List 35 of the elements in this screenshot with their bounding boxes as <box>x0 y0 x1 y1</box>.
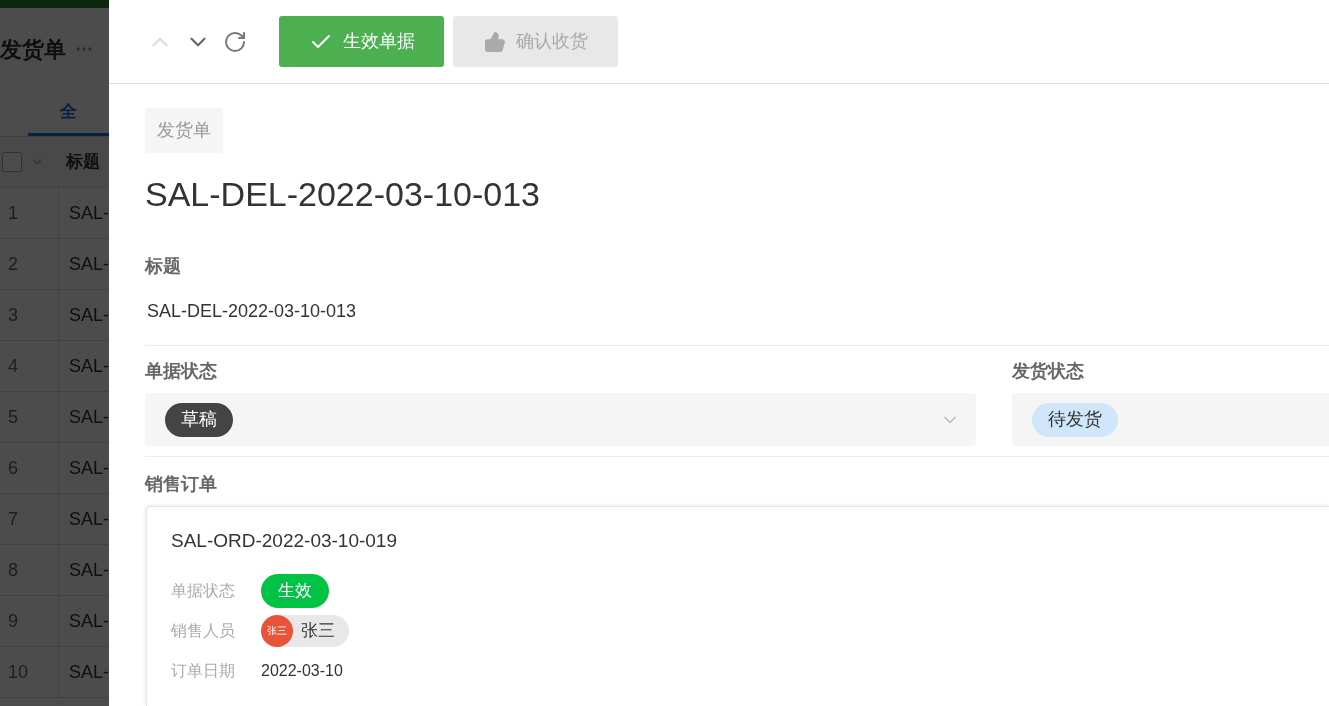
select-field[interactable]: 草稿 <box>145 393 976 446</box>
refresh-icon[interactable] <box>223 29 247 54</box>
field-label: 发货状态 <box>1012 360 1085 383</box>
table-cell-text: SAL- <box>67 354 109 378</box>
thumbs-up-icon <box>483 30 506 53</box>
status-tag: 生效 <box>261 573 329 608</box>
select-field[interactable]: 待发货 <box>1012 393 1329 446</box>
status-tag: 草稿 <box>165 402 233 437</box>
table-cell-text: SAL- <box>67 405 109 429</box>
order-field-value: 2022-03-10 <box>261 660 343 681</box>
order-field-label: 单据状态 <box>171 580 236 601</box>
order-field-label: 订单日期 <box>171 660 236 681</box>
field-value: SAL-DEL-2022-03-10-013 <box>146 300 358 323</box>
page-title: 发货单 <box>0 35 66 64</box>
status-tag: 待发货 <box>1032 402 1118 437</box>
person-name: 张三 <box>301 619 335 642</box>
person-chip[interactable]: 张三 张三 <box>261 614 349 647</box>
table-cell-text: SAL- <box>67 558 109 582</box>
document-title: SAL-DEL-2022-03-10-013 <box>145 174 542 215</box>
table-cell-text: SAL- <box>67 201 109 225</box>
order-number: SAL-ORD-2022-03-10-019 <box>171 529 398 553</box>
field-label: 标题 <box>145 255 182 278</box>
table-cell-text: SAL- <box>67 252 109 276</box>
order-field-label: 销售人员 <box>171 620 236 641</box>
field-label: 销售订单 <box>145 473 218 496</box>
table-cell-text: SAL- <box>67 660 109 684</box>
table-cell-text: SAL- <box>67 609 109 633</box>
doc-type-badge: 发货单 <box>145 108 223 153</box>
table-cell-text: SAL- <box>67 303 109 327</box>
field-label: 单据状态 <box>145 360 218 383</box>
table-cell-text: SAL- <box>67 507 109 531</box>
column-header: 标题 <box>66 151 100 174</box>
avatar: 张三 <box>261 614 293 647</box>
table-cell-text: SAL- <box>67 456 109 480</box>
order-card[interactable]: SAL-ORD-2022-03-10-019 单据状态 生效 销售人员 张三 张三 订单日期 2022-03-10 <box>146 506 1329 706</box>
